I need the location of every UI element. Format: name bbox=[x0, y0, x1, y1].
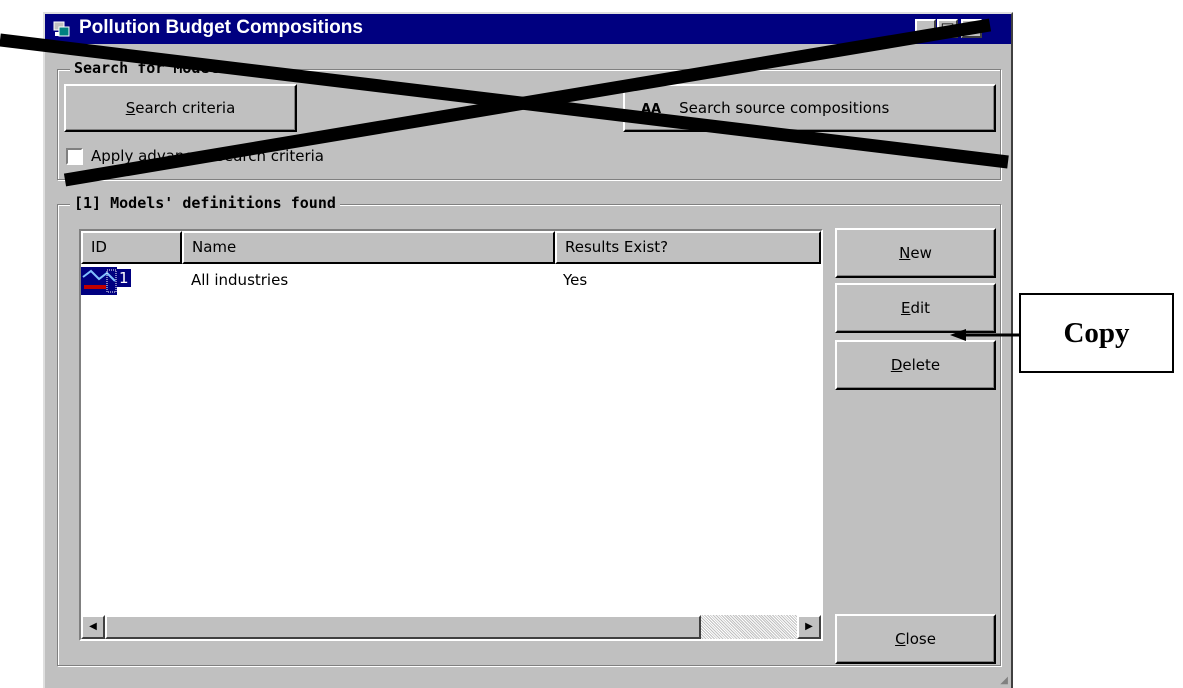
arrow-left-icon bbox=[950, 329, 966, 341]
annotation-overlay bbox=[0, 18, 1019, 341]
cross-line-2 bbox=[63, 18, 992, 187]
copy-callout: Copy bbox=[1019, 293, 1174, 373]
